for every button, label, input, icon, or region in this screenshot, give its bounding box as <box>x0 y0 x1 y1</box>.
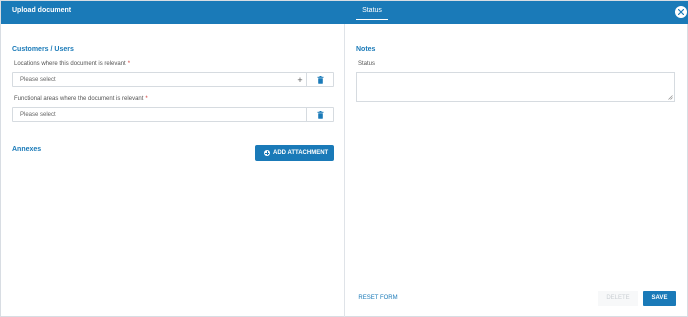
annexes-heading: Annexes <box>12 146 42 153</box>
functional-areas-label: Functional areas where the document is r… <box>14 96 148 102</box>
locations-trash-icon[interactable] <box>317 76 324 84</box>
customers-users-heading: Customers / Users <box>12 46 74 53</box>
close-icon <box>678 9 684 15</box>
resize-grip-icon[interactable] <box>668 95 673 100</box>
reset-form-button[interactable]: RESET FORM <box>355 291 401 306</box>
delete-button[interactable]: DELETE <box>598 291 638 306</box>
functional-areas-select[interactable]: Please select <box>12 107 334 122</box>
locations-add-icon[interactable]: + <box>295 74 305 86</box>
locations-label: Locations where this document is relevan… <box>14 61 130 67</box>
status-label: Status <box>358 61 376 67</box>
notes-heading: Notes <box>356 46 376 53</box>
locations-label-text: Locations where this document is relevan… <box>14 61 126 67</box>
tab-status-label: Status <box>362 7 382 14</box>
close-button[interactable] <box>675 6 687 18</box>
tab-status[interactable]: Status <box>356 1 388 24</box>
select-separator <box>306 73 307 86</box>
required-marker: * <box>127 61 131 67</box>
functional-areas-placeholder: Please select <box>20 112 56 118</box>
locations-select[interactable]: Please select + <box>12 72 334 87</box>
upload-document-dialog: Upload document Status Customers / Users… <box>0 0 688 317</box>
status-textarea[interactable] <box>356 72 675 102</box>
functional-areas-trash-icon[interactable] <box>317 111 324 119</box>
locations-placeholder: Please select <box>20 77 56 83</box>
save-button[interactable]: SAVE <box>643 291 676 306</box>
plus-circle-icon <box>264 150 270 156</box>
column-divider <box>344 24 345 317</box>
tab-active-indicator <box>356 19 388 20</box>
add-attachment-label: ADD ATTACHMENT <box>273 150 329 156</box>
required-marker: * <box>145 96 148 102</box>
add-attachment-button[interactable]: ADD ATTACHMENT <box>255 145 334 161</box>
dialog-header: Upload document Status <box>1 1 688 24</box>
dialog-title: Upload document <box>12 7 72 14</box>
select-separator <box>306 108 307 121</box>
functional-areas-label-text: Functional areas where the document is r… <box>14 96 144 102</box>
